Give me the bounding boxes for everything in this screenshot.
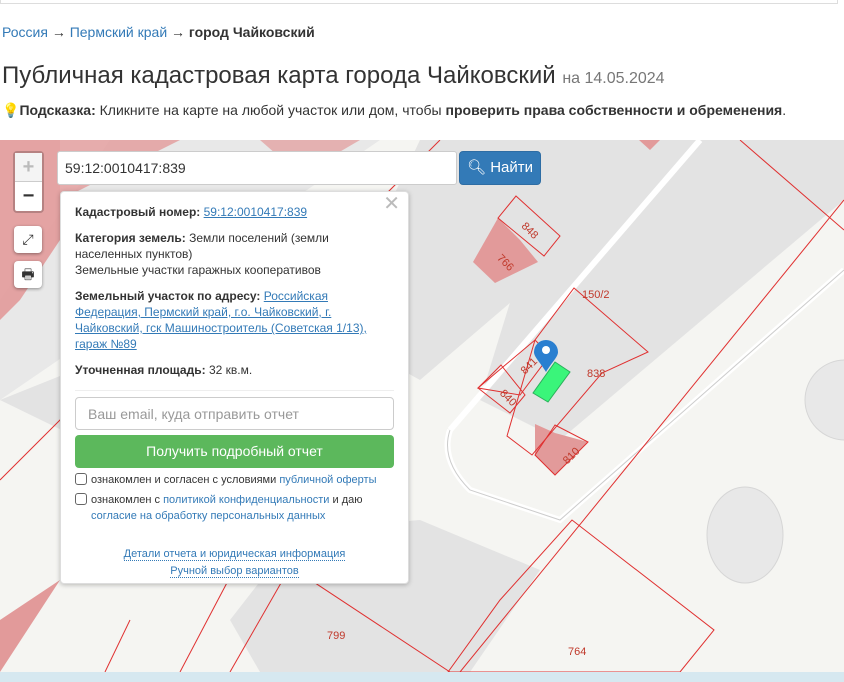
breadcrumb-sep: →: [171, 24, 186, 40]
parcel-label: 150/2: [582, 289, 610, 301]
hint-bold: проверить права собственности и обремене…: [445, 102, 783, 118]
get-report-button[interactable]: Получить подробный отчет: [75, 435, 394, 468]
find-button[interactable]: 🔍︎ Найти: [459, 151, 541, 185]
cad-label: Кадастровый номер:: [75, 205, 201, 219]
use-value: Земельные участки гаражных кооперативов: [75, 263, 321, 277]
expand-icon: ⤢: [22, 231, 34, 247]
zoom-out-button[interactable]: −: [15, 182, 42, 211]
breadcrumb-russia[interactable]: Россия: [2, 24, 48, 40]
manual-select-link[interactable]: Ручной выбор вариантов: [170, 565, 299, 578]
address-label: Земельный участок по адресу:: [75, 289, 261, 303]
zoom-in-button[interactable]: +: [15, 153, 42, 182]
title-date: на 14.05.2024: [562, 70, 665, 87]
taskbar: [0, 672, 844, 682]
find-label: Найти: [490, 159, 534, 176]
breadcrumb: Россия → Пермский край → город Чайковски…: [2, 24, 315, 40]
chk2-text: ознакомлен с: [91, 494, 164, 506]
category-label: Категория земель:: [75, 231, 186, 245]
hint: 💡Подсказка: Кликните на карте на любой у…: [2, 102, 786, 119]
print-button[interactable]: 🖶: [14, 261, 42, 288]
parcel-label: 764: [568, 646, 586, 658]
top-border: [0, 0, 838, 4]
breadcrumb-perm[interactable]: Пермский край: [70, 24, 167, 40]
chk1-text: ознакомлен и согласен с условиями: [91, 474, 280, 486]
hint-label: Подсказка:: [19, 102, 96, 118]
divider: [75, 390, 394, 391]
lightbulb-icon: 💡: [2, 102, 20, 118]
area-label: Уточненная площадь:: [75, 363, 206, 377]
page-title: Публичная кадастровая карта города Чайко…: [2, 62, 665, 90]
hint-end: .: [782, 102, 787, 118]
cad-number-link[interactable]: 59:12:0010417:839: [204, 205, 307, 219]
breadcrumb-sep: →: [51, 24, 66, 40]
popup-links: Детали отчета и юридическая информация Ру…: [75, 546, 394, 580]
privacy-link[interactable]: политикой конфиденциальности: [163, 494, 329, 506]
privacy-checkbox[interactable]: [75, 493, 87, 505]
area-value: 32 кв.м.: [208, 363, 253, 377]
privacy-checkbox-row: ознакомлен с политикой конфиденциальност…: [75, 492, 394, 524]
parcel-label: 799: [327, 630, 345, 642]
parcel-popup: ✕ Кадастровый номер: 59:12:0010417:839 К…: [60, 191, 409, 584]
zoom-control: + −: [13, 151, 44, 213]
title-text: Публичная кадастровая карта города Чайко…: [2, 62, 556, 89]
search-input[interactable]: 59:12:0010417:839: [57, 151, 457, 185]
chk2-text2: и даю: [329, 494, 363, 506]
email-input[interactable]: Ваш email, куда отправить отчет: [75, 397, 394, 430]
details-link[interactable]: Детали отчета и юридическая информация: [123, 548, 346, 561]
search-icon: 🔍︎: [466, 159, 487, 176]
print-icon: 🖶: [21, 266, 35, 282]
fullscreen-button[interactable]: ⤢: [14, 226, 42, 253]
offer-link[interactable]: публичной оферты: [279, 474, 376, 486]
offer-checkbox[interactable]: [75, 473, 87, 485]
close-icon[interactable]: ✕: [383, 194, 400, 214]
consent-link[interactable]: согласие на обработку персональных данны…: [91, 510, 325, 522]
breadcrumb-current: город Чайковский: [188, 24, 315, 40]
parcel-label: 838: [587, 368, 605, 380]
hint-text: Кликните на карте на любой участок или д…: [95, 102, 446, 118]
offer-checkbox-row: ознакомлен и согласен с условиями публич…: [75, 472, 394, 488]
